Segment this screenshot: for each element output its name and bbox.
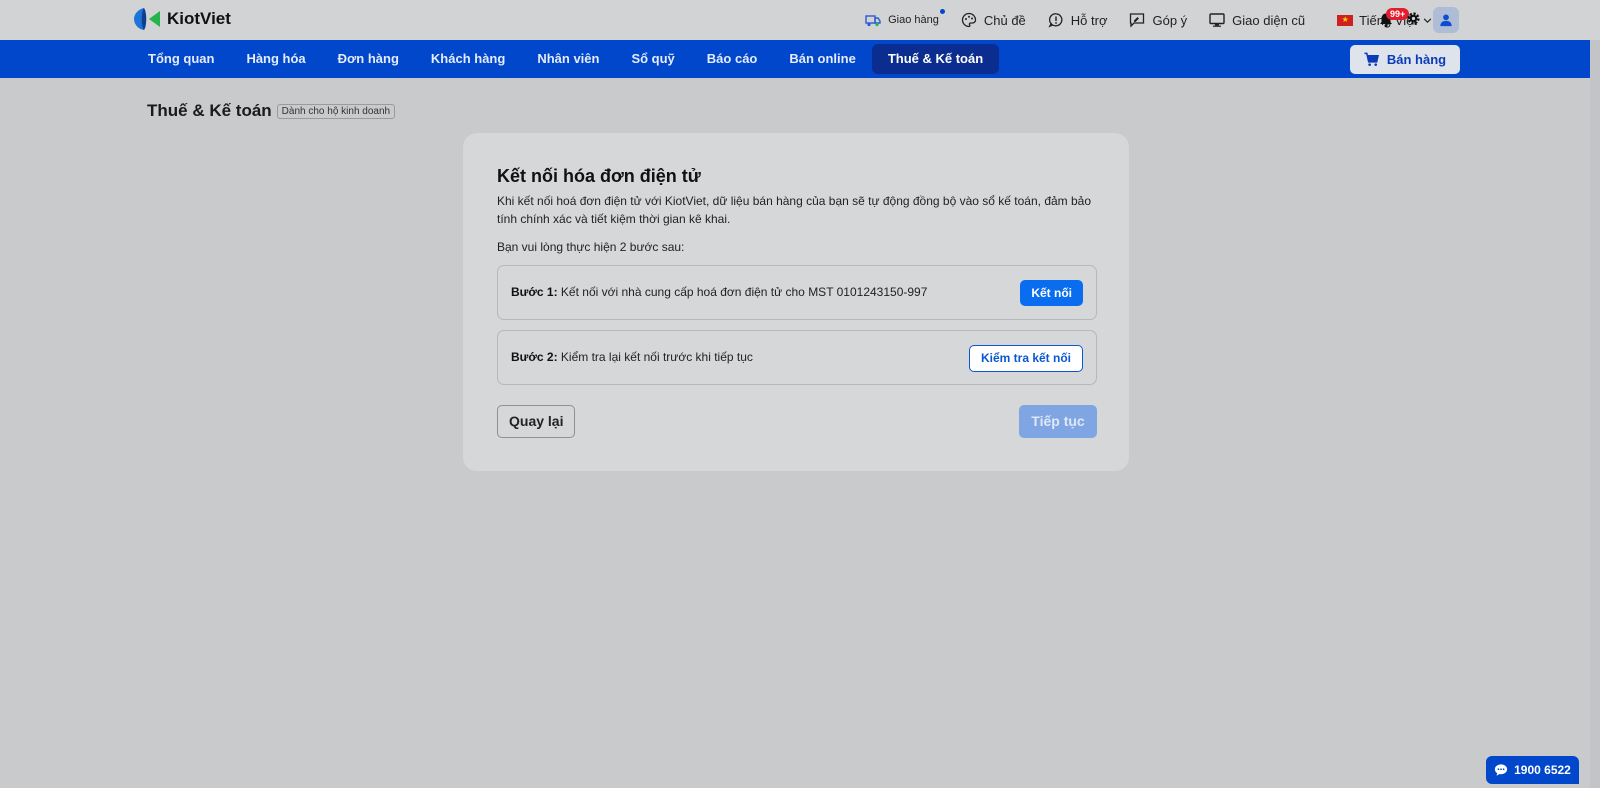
connect-button[interactable]: Kết nối — [1020, 280, 1083, 306]
delivery-label: Giao hàng — [888, 14, 939, 26]
sell-button[interactable]: Bán hàng — [1350, 45, 1460, 74]
support-label: Hỗ trợ — [1070, 12, 1108, 28]
top-actions: Giao hàng Chủ đề Hỗ trợ Góp ý Giao diện … — [865, 0, 1432, 40]
delivery-notification-dot — [939, 9, 945, 14]
einvoice-connect-card: Kết nối hóa đơn điện tử Khi kết nối hoá … — [463, 133, 1129, 471]
kiotviet-logo[interactable]: KiotViet — [133, 6, 231, 32]
page-title-text: Thuế & Kế toán — [147, 101, 272, 120]
step-1-box: Bước 1: Kết nối với nhà cung cấp hoá đơn… — [497, 265, 1097, 320]
support-link[interactable]: Hỗ trợ — [1048, 12, 1108, 28]
hotline-number: 1900 6522 — [1514, 763, 1571, 777]
feedback-icon — [1130, 13, 1145, 28]
vietnam-flag-icon: ★ — [1337, 14, 1354, 26]
app-name: KiotViet — [167, 9, 231, 28]
page-title: Thuế & Kế toán Dành cho hộ kinh doanh — [147, 101, 396, 121]
nav-menu: Tổng quan Hàng hóa Đơn hàng Khách hàng N… — [132, 40, 1000, 78]
nav-item-customers[interactable]: Khách hàng — [415, 44, 521, 74]
step-2-description: Kiểm tra lại kết nối trước khi tiếp tục — [560, 350, 753, 364]
scrollbar[interactable] — [1590, 40, 1600, 788]
nav-item-overview[interactable]: Tổng quan — [132, 44, 230, 74]
user-icon — [1440, 14, 1452, 27]
theme-label: Chủ đề — [983, 12, 1026, 28]
step-1-label: Bước 1: — [511, 285, 558, 299]
nav-item-orders[interactable]: Đơn hàng — [322, 44, 415, 74]
continue-button[interactable]: Tiếp tục — [1019, 405, 1097, 438]
step-1-text: Bước 1: Kết nối với nhà cung cấp hoá đơn… — [511, 285, 927, 299]
feedback-link[interactable]: Góp ý — [1129, 12, 1187, 28]
delivery-icon — [865, 15, 881, 27]
top-bar: KiotViet Giao hàng Chủ đề Hỗ trợ Góp ý G… — [0, 0, 1600, 40]
step-2-text: Bước 2: Kiểm tra lại kết nối trước khi t… — [511, 350, 753, 364]
chat-icon — [1495, 764, 1508, 776]
nav-item-cashbook[interactable]: Sổ quỹ — [615, 44, 690, 74]
old-interface-label: Giao diện cũ — [1232, 12, 1306, 28]
old-interface-link[interactable]: Giao diện cũ — [1209, 12, 1305, 28]
nav-item-tax-accounting[interactable]: Thuế & Kế toán — [871, 44, 1000, 74]
card-subtitle: Bạn vui lòng thực hiện 2 bước sau: — [497, 240, 685, 254]
nav-item-online-sales[interactable]: Bán online — [773, 44, 871, 74]
gear-icon[interactable] — [1406, 11, 1421, 26]
delivery-link[interactable]: Giao hàng — [865, 9, 945, 28]
page-tag: Dành cho hộ kinh doanh — [276, 103, 396, 119]
cart-icon — [1364, 52, 1379, 66]
notification-button[interactable]: 99+ — [1378, 8, 1410, 30]
nav-item-reports[interactable]: Báo cáo — [691, 44, 774, 74]
hotline-button[interactable]: 1900 6522 — [1486, 756, 1579, 784]
help-icon — [1048, 13, 1063, 28]
monitor-icon — [1209, 13, 1225, 27]
check-connection-button[interactable]: Kiểm tra kết nối — [968, 345, 1083, 372]
feedback-label: Góp ý — [1152, 12, 1188, 28]
palette-icon — [961, 12, 977, 28]
step-2-box: Bước 2: Kiểm tra lại kết nối trước khi t… — [497, 330, 1097, 385]
back-button[interactable]: Quay lại — [497, 405, 576, 438]
theme-link[interactable]: Chủ đề — [961, 12, 1026, 28]
step-2-label: Bước 2: — [511, 350, 558, 364]
chevron-down-icon — [1423, 17, 1432, 23]
step-1-description: Kết nối với nhà cung cấp hoá đơn điện tử… — [560, 285, 928, 299]
nav-item-employees[interactable]: Nhân viên — [521, 44, 615, 74]
nav-item-products[interactable]: Hàng hóa — [230, 44, 321, 74]
card-description: Khi kết nối hoá đơn điện tử với KiotViet… — [497, 194, 1092, 226]
kiotviet-logo-icon — [134, 8, 160, 30]
sell-button-label: Bán hàng — [1386, 52, 1447, 67]
user-avatar[interactable] — [1433, 7, 1459, 33]
card-title: Kết nối hóa đơn điện tử — [497, 166, 701, 186]
